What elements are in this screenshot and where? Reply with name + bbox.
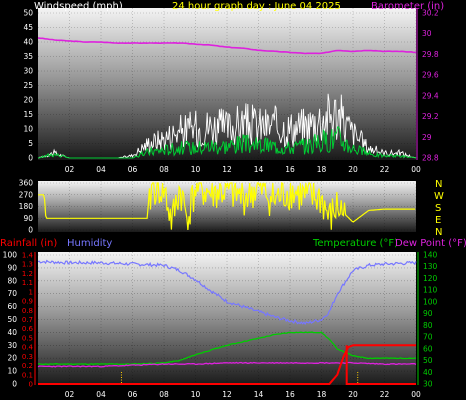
wind-y-tick: 40 [23,38,33,47]
wind-y-tick: 20 [23,96,33,105]
temperature-y-tick: 40 [423,368,433,377]
wind-x-tick: 10 [191,165,201,174]
direction-y-tick: 180 [19,202,34,211]
temperature-y-tick: 130 [423,262,438,271]
rainfall-label: Rainfall (in) [0,238,57,249]
temperature-y-tick: 30 [423,380,433,389]
weather-graph: Windspeed (mph) 24 hour graph day : June… [0,1,466,399]
wind-y-tick: 25 [23,81,33,90]
rain-y-tick: 0.4 [22,344,34,352]
direction-y-tick: 0 [28,226,33,235]
wind-x-tick: 14 [254,165,264,174]
rain-y-tick: 0.6 [22,325,34,333]
temperature-y-tick: 50 [423,356,433,365]
rain-y-tick: 1 [29,288,33,296]
rain-y-tick: 0.7 [22,316,33,324]
barometer-y-tick: 30.2 [422,9,439,18]
wind-y-tick: 35 [23,52,33,61]
humidity-y-tick: 90 [7,263,17,272]
direction-y-tick: 360 [19,179,34,188]
direction-y-tick: 270 [19,190,34,199]
barometer-y-tick: 28.8 [422,154,439,163]
rain-y-tick: 1.2 [22,270,33,278]
humidity-y-tick: 60 [7,302,17,311]
wind-x-tick: 18 [317,165,327,174]
direction-y-tick: 90 [23,214,33,223]
rain-y-tick: 0.5 [22,334,33,342]
humidity-y-tick: 50 [7,315,17,324]
wind-y-tick: 30 [23,67,33,76]
wind-x-tick: 20 [348,165,358,174]
humidity-y-tick: 80 [7,276,17,285]
thr-x-tick: 12 [222,390,232,399]
thr-x-tick: 14 [254,390,264,399]
thr-x-tick: 08 [159,390,169,399]
temperature-y-tick: 70 [423,333,433,342]
graph-title: 24 hour graph day : June 04 2025 [172,1,341,12]
compass-n-bottom: N [435,227,442,238]
temperature-y-tick: 100 [423,297,438,306]
wind-x-tick: 06 [128,165,138,174]
wind-x-tick: 16 [285,165,295,174]
compass-n-top: N [435,179,442,190]
thr-x-tick: 16 [285,390,295,399]
thr-x-tick: 20 [348,390,358,399]
temperature-label: Temperature (°F) [312,238,398,249]
barometer-y-tick: 30 [422,29,432,38]
compass-e: E [435,215,441,226]
thr-x-tick: 22 [380,390,390,399]
thr-x-tick: 04 [96,390,106,399]
wind-x-tick: 08 [159,165,169,174]
wind-y-tick: 0 [28,154,33,163]
barometer-y-tick: 29 [422,133,432,142]
barometer-y-tick: 29.8 [422,50,439,59]
thr-x-tick: 00 [411,390,421,399]
barometer-y-tick: 29.2 [422,112,439,121]
rain-y-tick: 0.1 [22,371,33,379]
rain-y-tick: 0.8 [22,307,33,315]
temperature-y-tick: 140 [423,251,438,260]
temperature-y-tick: 60 [423,344,433,353]
compass-s: S [435,203,441,214]
thr-x-tick: 18 [317,390,327,399]
humidity-y-tick: 70 [7,289,17,298]
humidity-label: Humidity [67,238,112,249]
wind-x-tick: 02 [65,165,75,174]
rain-y-tick: 0 [29,381,33,389]
windspeed-label: Windspeed (mph) [34,1,123,12]
humidity-y-tick: 0 [12,380,17,389]
temperature-y-tick: 120 [423,274,438,283]
barometer-y-tick: 29.4 [422,91,439,100]
thr-x-tick: 10 [191,390,201,399]
barometer-y-tick: 29.6 [422,71,439,80]
rain-y-tick: 0.2 [22,362,33,370]
rain-y-tick: 0.3 [22,353,33,361]
wind-y-tick: 5 [28,139,33,148]
temperature-y-tick: 90 [423,309,433,318]
humidity-y-tick: 100 [3,251,18,260]
wind-x-tick: 04 [96,165,106,174]
wind-y-tick: 50 [23,9,33,18]
wind-x-tick: 22 [380,165,390,174]
dewpoint-label: Dew Point (°F) [395,238,466,249]
thr-x-tick: 02 [65,390,75,399]
wind-x-tick: 00 [411,165,421,174]
humidity-y-tick: 10 [7,367,17,376]
wind-x-tick: 12 [222,165,232,174]
humidity-y-tick: 40 [7,328,17,337]
compass-w: W [434,191,444,202]
wind-y-tick: 15 [23,110,33,119]
wind-y-tick: 45 [23,23,33,32]
rain-y-tick: 1.3 [22,261,33,269]
humidity-y-tick: 30 [7,341,17,350]
temperature-y-tick: 110 [423,286,438,295]
rain-y-tick: 0.9 [22,298,33,306]
rain-y-tick: 1.4 [22,252,34,260]
temperature-y-tick: 80 [423,321,433,330]
thr-x-tick: 06 [128,390,138,399]
rain-y-tick: 1.1 [22,279,33,287]
wind-y-tick: 10 [23,125,33,134]
humidity-y-tick: 20 [7,354,17,363]
